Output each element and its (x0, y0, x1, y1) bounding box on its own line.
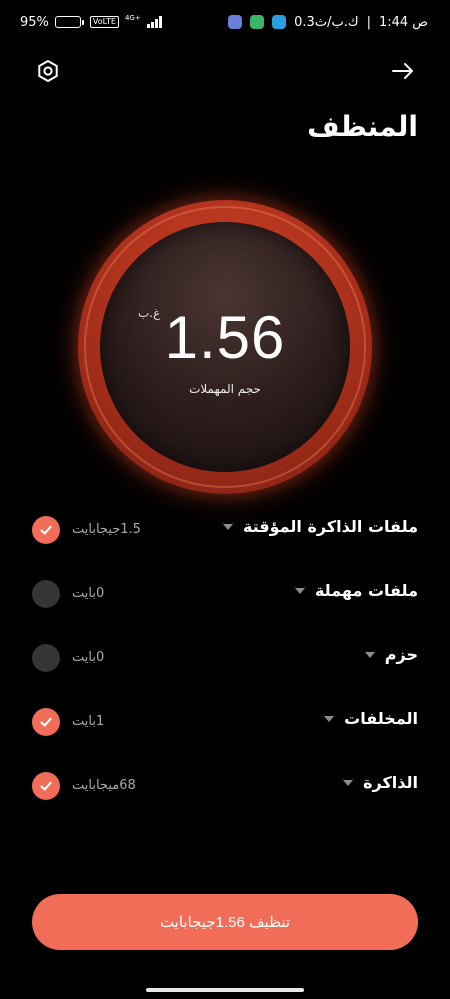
signal-icon (146, 16, 162, 28)
category-row-memory[interactable]: 68ميجابايت الذاكرة (0, 756, 450, 816)
category-header[interactable]: حزم (364, 645, 418, 664)
volte-badge: VoLTE (89, 16, 119, 28)
checkmark-icon (40, 781, 52, 791)
category-name: ملفات مهملة (314, 581, 418, 600)
status-bar-right: 0.3ك.ب/ث | 1:44 ص (228, 15, 428, 30)
category-name: الذاكرة (363, 773, 418, 792)
settings-button[interactable] (36, 59, 60, 83)
category-size: 68ميجابايت (72, 778, 136, 793)
checkmark-icon (40, 525, 52, 535)
category-header[interactable]: ملفات الذاكرة المؤقتة (222, 517, 418, 536)
category-size: 1بايت (72, 714, 105, 729)
checkmark-icon (40, 717, 52, 727)
category-size: 0بايت (72, 650, 105, 665)
junk-size-unit: غ.ب (138, 306, 161, 320)
telegram-icon (272, 15, 287, 29)
junk-size-caption: حجم المهملات (189, 382, 261, 396)
status-bar: 95% VoLTE 4G+ 0.3ك.ب/ث | 1:44 ص (0, 0, 450, 44)
caret-down-icon (324, 715, 335, 722)
category-size: 0بايت (72, 586, 105, 601)
battery-percent: 95% (20, 14, 49, 30)
category-checkbox[interactable] (32, 708, 60, 736)
junk-size-gauge: 1.56 غ.ب حجم المهملات (68, 190, 382, 504)
category-row-cache[interactable]: 1.5جيجابايت ملفات الذاكرة المؤقتة (0, 500, 450, 560)
network-speed: 0.3ك.ب/ث (294, 14, 359, 30)
category-row-junk-files[interactable]: 0بايت ملفات مهملة (0, 564, 450, 624)
category-name: حزم (384, 645, 418, 664)
app-notification-icon (250, 15, 265, 29)
category-name: المخلفات (344, 709, 418, 728)
category-header[interactable]: المخلفات (324, 709, 418, 728)
caret-down-icon (364, 651, 375, 658)
caret-down-icon (343, 779, 354, 786)
gear-icon (38, 60, 58, 82)
junk-size-value: 1.56 (164, 304, 286, 371)
page-title: المنظف (307, 110, 418, 143)
network-type: 4G+ (124, 14, 141, 22)
category-size: 1.5جيجابايت (72, 522, 141, 537)
caret-down-icon (222, 523, 233, 530)
clean-button[interactable]: تنظيف 1.56جيجابايت (32, 894, 418, 950)
caret-down-icon (294, 587, 305, 594)
category-checkbox[interactable] (32, 580, 60, 608)
app-notification-icon (228, 15, 243, 29)
category-header[interactable]: الذاكرة (343, 773, 418, 792)
back-button[interactable] (390, 59, 416, 83)
category-checkbox[interactable] (32, 644, 60, 672)
category-checkbox[interactable] (32, 516, 60, 544)
home-indicator[interactable] (146, 988, 304, 992)
status-bar-left: 95% VoLTE 4G+ (20, 14, 162, 30)
arrow-right-icon (392, 63, 413, 79)
category-checkbox[interactable] (32, 772, 60, 800)
category-row-residuals[interactable]: 1بايت المخلفات (0, 692, 450, 752)
clock: 1:44 ص (378, 14, 428, 30)
category-row-packages[interactable]: 0بايت حزم (0, 628, 450, 688)
status-divider: | (366, 14, 371, 30)
category-name: ملفات الذاكرة المؤقتة (242, 517, 418, 536)
battery-icon (54, 16, 84, 28)
category-header[interactable]: ملفات مهملة (294, 581, 418, 600)
